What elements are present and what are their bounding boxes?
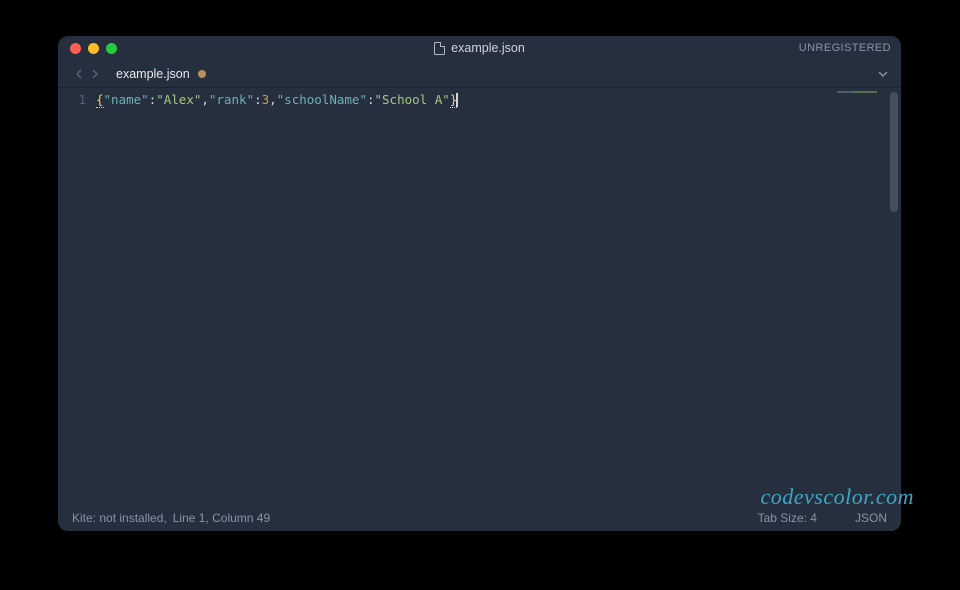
scrollbar-track[interactable] <box>890 92 898 501</box>
status-left: Kite: not installed, Line 1, Column 49 <box>72 511 740 525</box>
cursor-position[interactable]: Line 1, Column 49 <box>173 511 270 525</box>
syntax-selector[interactable]: JSON <box>855 511 887 525</box>
nav-back-button[interactable] <box>74 69 84 79</box>
minimize-window-button[interactable] <box>88 43 99 54</box>
nav-forward-button[interactable] <box>90 69 100 79</box>
status-right: Tab Size: 4 JSON <box>758 511 887 525</box>
json-key: "rank" <box>209 92 254 107</box>
json-string: "Alex" <box>156 92 201 107</box>
title-center: example.json <box>58 41 901 55</box>
text-cursor <box>456 93 458 107</box>
comma: , <box>201 92 209 107</box>
colon: : <box>367 92 375 107</box>
json-number: 3 <box>262 92 270 107</box>
registration-status: UNREGISTERED <box>799 42 891 54</box>
window-title: example.json <box>451 41 525 55</box>
tab-size-selector[interactable]: Tab Size: 4 <box>758 511 817 525</box>
tab-example-json[interactable]: example.json <box>110 67 212 81</box>
editor-window: example.json UNREGISTERED example.json 1… <box>58 36 901 531</box>
json-string: "School A" <box>375 92 450 107</box>
minimap-content <box>837 91 877 93</box>
close-window-button[interactable] <box>70 43 81 54</box>
tab-label: example.json <box>116 67 190 81</box>
tab-overflow-button[interactable] <box>877 70 889 78</box>
tabbar: example.json <box>58 60 901 88</box>
scrollbar-thumb[interactable] <box>890 92 898 212</box>
window-controls <box>58 43 117 54</box>
gutter: 1 <box>58 88 96 505</box>
json-key: "name" <box>104 92 149 107</box>
nav-arrows <box>58 69 110 79</box>
json-key: "schoolName" <box>277 92 367 107</box>
watermark: codevscolor.com <box>760 484 914 510</box>
file-icon <box>434 42 445 55</box>
code-content[interactable]: {"name":"Alex","rank":3,"schoolName":"Sc… <box>96 88 831 505</box>
editor-area[interactable]: 1 {"name":"Alex","rank":3,"schoolName":"… <box>58 88 901 505</box>
kite-status[interactable]: Kite: not installed, <box>72 511 167 525</box>
colon: : <box>254 92 262 107</box>
dirty-indicator-icon <box>198 70 206 78</box>
maximize-window-button[interactable] <box>106 43 117 54</box>
comma: , <box>269 92 277 107</box>
titlebar: example.json UNREGISTERED <box>58 36 901 60</box>
brace-open: { <box>96 92 104 108</box>
line-number: 1 <box>58 92 86 107</box>
